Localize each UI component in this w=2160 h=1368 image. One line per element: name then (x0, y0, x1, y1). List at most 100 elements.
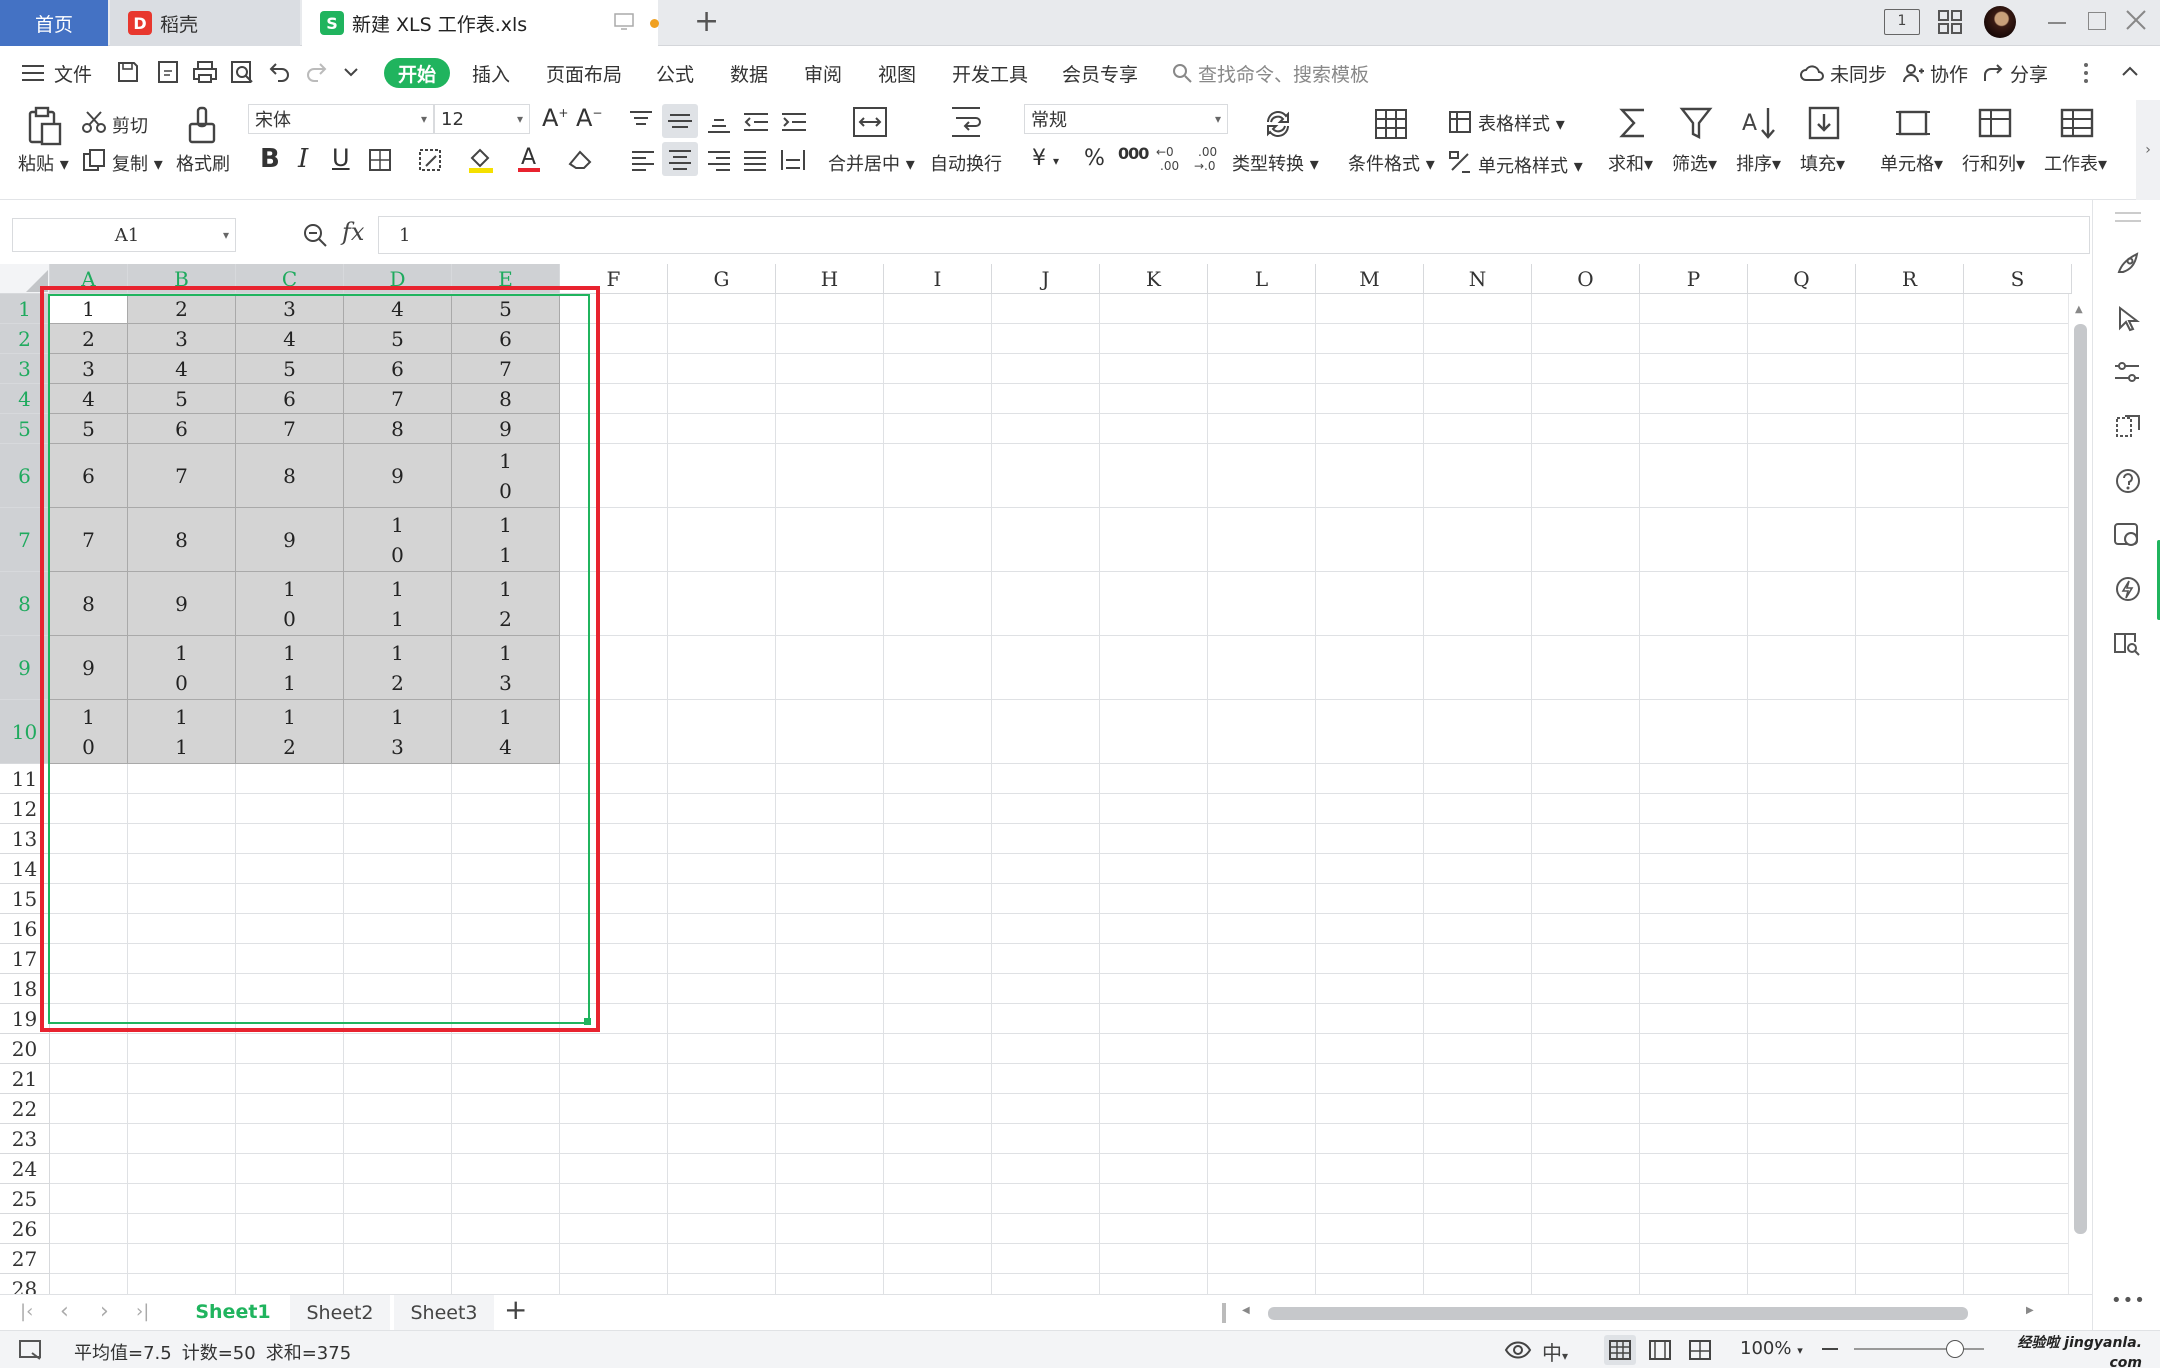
sort-button[interactable]: 排序▾ (1736, 150, 1781, 176)
cell-f14[interactable] (560, 854, 668, 884)
cell-d18[interactable] (344, 974, 452, 1004)
cell-d16[interactable] (344, 914, 452, 944)
menu-insert[interactable]: 插入 (472, 46, 510, 100)
cell-j17[interactable] (992, 944, 1100, 974)
cell-l2[interactable] (1208, 324, 1316, 354)
cell-r14[interactable] (1856, 854, 1964, 884)
cell-e8[interactable]: 1 2 (452, 572, 560, 636)
cell-o9[interactable] (1532, 636, 1640, 700)
cell-s19[interactable] (1964, 1004, 2072, 1034)
cell-s17[interactable] (1964, 944, 2072, 974)
column-header-i[interactable]: I (884, 264, 992, 294)
horizontal-scroll-thumb[interactable] (1268, 1307, 1968, 1320)
cell-d8[interactable]: 1 1 (344, 572, 452, 636)
cell-r20[interactable] (1856, 1034, 1964, 1064)
cell-l28[interactable] (1208, 1274, 1316, 1294)
align-center-icon[interactable] (662, 142, 698, 176)
cell-b11[interactable] (128, 764, 236, 794)
cell-m15[interactable] (1316, 884, 1424, 914)
cell-q20[interactable] (1748, 1034, 1856, 1064)
cell-d26[interactable] (344, 1214, 452, 1244)
cell-j26[interactable] (992, 1214, 1100, 1244)
cell-d14[interactable] (344, 854, 452, 884)
cell-j11[interactable] (992, 764, 1100, 794)
cell-n14[interactable] (1424, 854, 1532, 884)
cell-q9[interactable] (1748, 636, 1856, 700)
number-format-select[interactable]: 常规 ▾ (1024, 104, 1228, 134)
cell-j10[interactable] (992, 700, 1100, 764)
cell-q2[interactable] (1748, 324, 1856, 354)
cell-q21[interactable] (1748, 1064, 1856, 1094)
cell-d6[interactable]: 9 (344, 444, 452, 508)
sum-icon[interactable] (1618, 106, 1648, 140)
filter-button[interactable]: 筛选▾ (1672, 150, 1717, 176)
cell-o3[interactable] (1532, 354, 1640, 384)
cell-p27[interactable] (1640, 1244, 1748, 1274)
cell-l26[interactable] (1208, 1214, 1316, 1244)
cell-k23[interactable] (1100, 1124, 1208, 1154)
cell-b22[interactable] (128, 1094, 236, 1124)
cell-r27[interactable] (1856, 1244, 1964, 1274)
font-size-select[interactable]: 12 ▾ (434, 104, 530, 134)
cell-f13[interactable] (560, 824, 668, 854)
cell-a27[interactable] (50, 1244, 128, 1274)
cell-j18[interactable] (992, 974, 1100, 1004)
cell-n6[interactable] (1424, 444, 1532, 508)
cell-a16[interactable] (50, 914, 128, 944)
cell-o25[interactable] (1532, 1184, 1640, 1214)
filter-icon[interactable] (1679, 106, 1713, 140)
row-header-21[interactable]: 21 (0, 1064, 50, 1094)
command-search[interactable]: 查找命令、搜索模板 (1172, 46, 1369, 100)
cell-s9[interactable] (1964, 636, 2072, 700)
cell-e26[interactable] (452, 1214, 560, 1244)
cell-p5[interactable] (1640, 414, 1748, 444)
cell-m22[interactable] (1316, 1094, 1424, 1124)
cell-m17[interactable] (1316, 944, 1424, 974)
cell-d1[interactable]: 4 (344, 294, 452, 324)
cell-k22[interactable] (1100, 1094, 1208, 1124)
font-color-icon[interactable]: A (518, 144, 542, 174)
cell-s7[interactable] (1964, 508, 2072, 572)
cell-k15[interactable] (1100, 884, 1208, 914)
cell-a15[interactable] (50, 884, 128, 914)
apps-grid-icon[interactable] (1938, 10, 1962, 34)
cell-h13[interactable] (776, 824, 884, 854)
cell-n13[interactable] (1424, 824, 1532, 854)
column-header-a[interactable]: A (50, 264, 128, 294)
cell-r18[interactable] (1856, 974, 1964, 1004)
cell-g24[interactable] (668, 1154, 776, 1184)
cell-o12[interactable] (1532, 794, 1640, 824)
ribbon-scroll-right-icon[interactable]: › (2136, 100, 2160, 200)
cell-f10[interactable] (560, 700, 668, 764)
cell-d12[interactable] (344, 794, 452, 824)
cell-s12[interactable] (1964, 794, 2072, 824)
cell-e1[interactable]: 5 (452, 294, 560, 324)
cell-k7[interactable] (1100, 508, 1208, 572)
cell-l7[interactable] (1208, 508, 1316, 572)
insert-function-button[interactable]: fx (342, 218, 364, 246)
cell-l16[interactable] (1208, 914, 1316, 944)
cell-q13[interactable] (1748, 824, 1856, 854)
macro-record-icon[interactable] (18, 1339, 44, 1361)
cell-i28[interactable] (884, 1274, 992, 1294)
cell-a26[interactable] (50, 1214, 128, 1244)
cell-l11[interactable] (1208, 764, 1316, 794)
cell-l5[interactable] (1208, 414, 1316, 444)
cell-q28[interactable] (1748, 1274, 1856, 1294)
cell-c7[interactable]: 9 (236, 508, 344, 572)
cell-p19[interactable] (1640, 1004, 1748, 1034)
cell-h27[interactable] (776, 1244, 884, 1274)
cell-p15[interactable] (1640, 884, 1748, 914)
cell-g28[interactable] (668, 1274, 776, 1294)
row-header-20[interactable]: 20 (0, 1034, 50, 1064)
cell-d17[interactable] (344, 944, 452, 974)
cell-l9[interactable] (1208, 636, 1316, 700)
column-header-k[interactable]: K (1100, 264, 1208, 294)
cell-m4[interactable] (1316, 384, 1424, 414)
cell-o5[interactable] (1532, 414, 1640, 444)
cell-o20[interactable] (1532, 1034, 1640, 1064)
cell-h7[interactable] (776, 508, 884, 572)
cell-e9[interactable]: 1 3 (452, 636, 560, 700)
cell-k4[interactable] (1100, 384, 1208, 414)
cell-b9[interactable]: 1 0 (128, 636, 236, 700)
